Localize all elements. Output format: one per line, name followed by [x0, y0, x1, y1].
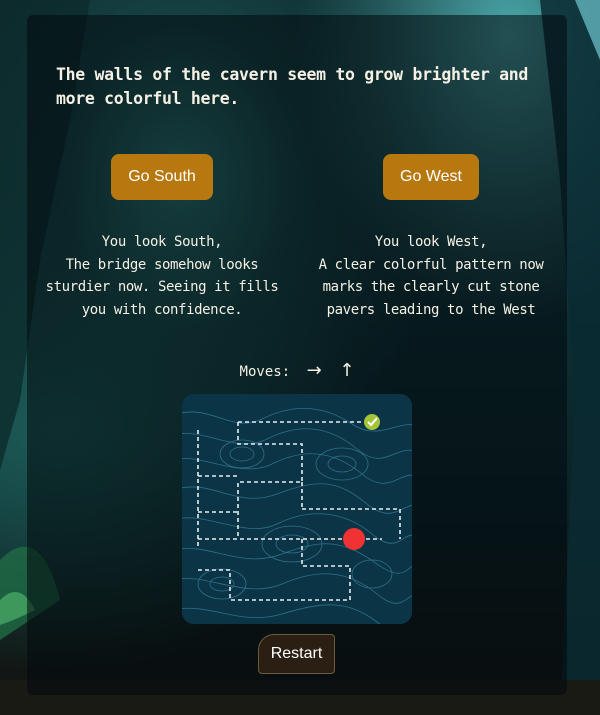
west-description: You look West, A clear colorful pattern …: [318, 234, 544, 318]
maze-map-graphic: [182, 394, 412, 624]
scene-description: The walls of the cavern seem to grow bri…: [56, 65, 529, 108]
player-marker: [343, 528, 365, 550]
choice-west: Go West You look West, A clear colorful …: [306, 154, 556, 321]
restart-button[interactable]: Restart: [258, 634, 335, 674]
moves-indicator: Moves: → ↑: [0, 360, 600, 381]
moves-arrows: → ↑: [306, 360, 361, 381]
south-description: You look South, The bridge somehow looks…: [45, 234, 279, 318]
go-south-button[interactable]: Go South: [111, 154, 213, 200]
choice-south: Go South You look South, The bridge some…: [37, 154, 287, 321]
maze-map: [182, 394, 412, 624]
moves-label: Moves:: [239, 364, 291, 380]
goal-check-icon: [364, 414, 380, 430]
go-west-button[interactable]: Go West: [383, 154, 479, 200]
